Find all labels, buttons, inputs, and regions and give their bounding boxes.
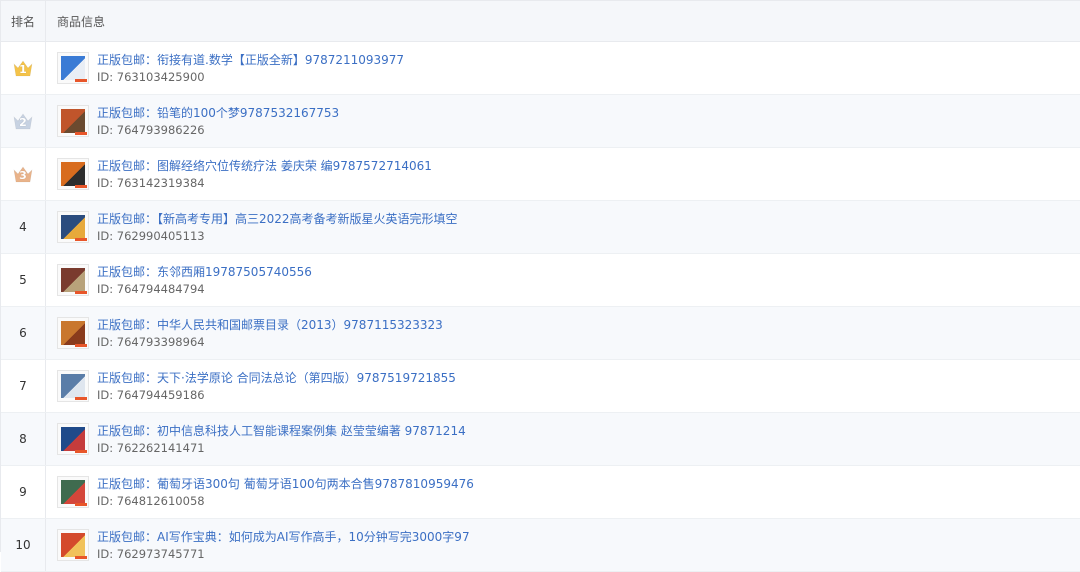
- product-thumbnail[interactable]: [57, 211, 89, 243]
- table-row: 8 正版包邮：初中信息科技人工智能课程案例集 赵莹莹编著 97871214 ID: …: [1, 413, 1080, 466]
- product-title-link[interactable]: 正版包邮：葡萄牙语300句 葡萄牙语100句两本合售9787810959476: [97, 477, 474, 491]
- product-info: 正版包邮：图解经络穴位传统疗法 姜庆荣 编9787572714061 ID: 76…: [57, 158, 432, 190]
- rank-cell: 8: [1, 413, 46, 465]
- product-id: ID: 764794484794: [97, 281, 205, 296]
- product-id: ID: 764793398964: [97, 334, 205, 349]
- product-id: ID: 764794459186: [97, 387, 205, 402]
- rank-number: 1: [19, 63, 27, 76]
- product-texts: 正版包邮：天下·法学原论 合同法总论（第四版）9787519721855 ID: …: [97, 371, 456, 402]
- product-thumbnail[interactable]: [57, 105, 89, 137]
- product-info-cell: 正版包邮：图解经络穴位传统疗法 姜庆荣 编9787572714061 ID: 76…: [46, 148, 1080, 200]
- rank-cell: 7: [1, 360, 46, 412]
- product-texts: 正版包邮：铅笔的100个梦9787532167753 ID: 7647939862…: [97, 106, 339, 137]
- rank-cell: 10: [1, 519, 46, 571]
- product-id: ID: 763142319384: [97, 175, 205, 190]
- table-row: 5 正版包邮：东邻西厢19787505740556 ID: 764794484794: [1, 254, 1080, 307]
- rank-number: 10: [15, 538, 31, 552]
- header-rank: 排名: [1, 1, 46, 41]
- product-thumbnail[interactable]: [57, 476, 89, 508]
- product-id: ID: 764793986226: [97, 122, 205, 137]
- product-title-link[interactable]: 正版包邮：东邻西厢19787505740556: [97, 265, 312, 279]
- rank-number: 9: [19, 485, 27, 499]
- table-row: 9 正版包邮：葡萄牙语300句 葡萄牙语100句两本合售9787810959476…: [1, 466, 1080, 519]
- product-texts: 正版包邮：东邻西厢19787505740556 ID: 764794484794: [97, 265, 312, 296]
- table-row: 7 正版包邮：天下·法学原论 合同法总论（第四版）9787519721855 ID:…: [1, 360, 1080, 413]
- rank-number: 8: [19, 432, 27, 446]
- product-title-link[interactable]: 正版包邮：天下·法学原论 合同法总论（第四版）9787519721855: [97, 371, 456, 385]
- table-row: 1 正版包邮：衔接有道.数学【正版全新】9787211093977 ID: 7631…: [1, 42, 1080, 95]
- product-texts: 正版包邮：【新高考专用】高三2022高考备考新版星火英语完形填空 ID: 7629…: [97, 212, 458, 243]
- product-title-link[interactable]: 正版包邮：初中信息科技人工智能课程案例集 赵莹莹编著 97871214: [97, 424, 466, 438]
- rank-cell: 5: [1, 254, 46, 306]
- table-row: 2 正版包邮：铅笔的100个梦9787532167753 ID: 764793986…: [1, 95, 1080, 148]
- product-info: 正版包邮：葡萄牙语300句 葡萄牙语100句两本合售9787810959476 I…: [57, 476, 474, 508]
- product-id: ID: 762973745771: [97, 546, 205, 561]
- rank-number: 3: [19, 169, 27, 182]
- product-info: 正版包邮：天下·法学原论 合同法总论（第四版）9787519721855 ID: …: [57, 370, 456, 402]
- product-info-cell: 正版包邮：【新高考专用】高三2022高考备考新版星火英语完形填空 ID: 7629…: [46, 201, 1080, 253]
- product-info: 正版包邮：衔接有道.数学【正版全新】9787211093977 ID: 76310…: [57, 52, 404, 84]
- rank-cell: 2: [1, 95, 46, 147]
- product-id: ID: 763103425900: [97, 69, 205, 84]
- rank-cell: 9: [1, 466, 46, 518]
- product-info-cell: 正版包邮：天下·法学原论 合同法总论（第四版）9787519721855 ID: …: [46, 360, 1080, 412]
- product-info: 正版包邮：东邻西厢19787505740556 ID: 764794484794: [57, 264, 312, 296]
- product-texts: 正版包邮：葡萄牙语300句 葡萄牙语100句两本合售9787810959476 I…: [97, 477, 474, 508]
- rank-cell: 6: [1, 307, 46, 359]
- product-info-cell: 正版包邮：初中信息科技人工智能课程案例集 赵莹莹编著 97871214 ID: 7…: [46, 413, 1080, 465]
- rank-number: 5: [19, 273, 27, 287]
- product-texts: 正版包邮：AI写作宝典：如何成为AI写作高手，10分钟写完3000字97 ID: …: [97, 530, 470, 561]
- product-info: 正版包邮：AI写作宝典：如何成为AI写作高手，10分钟写完3000字97 ID: …: [57, 529, 470, 561]
- product-thumbnail[interactable]: [57, 370, 89, 402]
- product-texts: 正版包邮：中华人民共和国邮票目录（2013）9787115323323 ID: 7…: [97, 318, 443, 349]
- product-thumbnail[interactable]: [57, 529, 89, 561]
- table-row: 6 正版包邮：中华人民共和国邮票目录（2013）9787115323323 ID: …: [1, 307, 1080, 360]
- product-thumbnail[interactable]: [57, 158, 89, 190]
- product-info-cell: 正版包邮：中华人民共和国邮票目录（2013）9787115323323 ID: 7…: [46, 307, 1080, 359]
- product-info: 正版包邮：【新高考专用】高三2022高考备考新版星火英语完形填空 ID: 7629…: [57, 211, 458, 243]
- rank-number: 7: [19, 379, 27, 393]
- product-texts: 正版包邮：初中信息科技人工智能课程案例集 赵莹莹编著 97871214 ID: 7…: [97, 424, 466, 455]
- product-title-link[interactable]: 正版包邮：铅笔的100个梦9787532167753: [97, 106, 339, 120]
- product-id: ID: 762262141471: [97, 440, 205, 455]
- product-thumbnail[interactable]: [57, 317, 89, 349]
- table-body: 1 正版包邮：衔接有道.数学【正版全新】9787211093977 ID: 7631…: [1, 42, 1080, 572]
- bronze-crown-icon: 3: [12, 164, 34, 184]
- table-row: 3 正版包邮：图解经络穴位传统疗法 姜庆荣 编9787572714061 ID: 7…: [1, 148, 1080, 201]
- product-info-cell: 正版包邮：东邻西厢19787505740556 ID: 764794484794: [46, 254, 1080, 306]
- gold-crown-icon: 1: [12, 58, 34, 78]
- product-id: ID: 762990405113: [97, 228, 205, 243]
- product-texts: 正版包邮：图解经络穴位传统疗法 姜庆荣 编9787572714061 ID: 76…: [97, 159, 432, 190]
- product-info: 正版包邮：中华人民共和国邮票目录（2013）9787115323323 ID: 7…: [57, 317, 443, 349]
- header-product-info: 商品信息: [57, 14, 106, 29]
- table-row: 10 正版包邮：AI写作宝典：如何成为AI写作高手，10分钟写完3000字97 ID…: [1, 519, 1080, 572]
- product-id: ID: 764812610058: [97, 493, 205, 508]
- rank-number: 6: [19, 326, 27, 340]
- product-info-cell: 正版包邮：铅笔的100个梦9787532167753 ID: 7647939862…: [46, 95, 1080, 147]
- table-header: 排名 商品信息: [1, 1, 1080, 42]
- product-info-cell: 正版包邮：AI写作宝典：如何成为AI写作高手，10分钟写完3000字97 ID: …: [46, 519, 1080, 571]
- product-thumbnail[interactable]: [57, 423, 89, 455]
- product-title-link[interactable]: 正版包邮：图解经络穴位传统疗法 姜庆荣 编9787572714061: [97, 159, 432, 173]
- product-thumbnail[interactable]: [57, 52, 89, 84]
- product-title-link[interactable]: 正版包邮：中华人民共和国邮票目录（2013）9787115323323: [97, 318, 443, 332]
- product-info: 正版包邮：铅笔的100个梦9787532167753 ID: 7647939862…: [57, 105, 339, 137]
- product-info-cell: 正版包邮：葡萄牙语300句 葡萄牙语100句两本合售9787810959476 I…: [46, 466, 1080, 518]
- rank-number: 4: [19, 220, 27, 234]
- rank-cell: 3: [1, 148, 46, 200]
- product-thumbnail[interactable]: [57, 264, 89, 296]
- ranking-table: 排名 商品信息 1 正版包邮：衔接有道.数学【正版全新】9787211093977…: [0, 0, 1080, 572]
- rank-cell: 4: [1, 201, 46, 253]
- product-info: 正版包邮：初中信息科技人工智能课程案例集 赵莹莹编著 97871214 ID: 7…: [57, 423, 466, 455]
- rank-cell: 1: [1, 42, 46, 94]
- silver-crown-icon: 2: [12, 111, 34, 131]
- product-title-link[interactable]: 正版包邮：衔接有道.数学【正版全新】9787211093977: [97, 53, 404, 67]
- table-row: 4 正版包邮：【新高考专用】高三2022高考备考新版星火英语完形填空 ID: 762…: [1, 201, 1080, 254]
- product-texts: 正版包邮：衔接有道.数学【正版全新】9787211093977 ID: 76310…: [97, 53, 404, 84]
- product-title-link[interactable]: 正版包邮：AI写作宝典：如何成为AI写作高手，10分钟写完3000字97: [97, 530, 470, 544]
- rank-number: 2: [19, 116, 27, 129]
- product-info-cell: 正版包邮：衔接有道.数学【正版全新】9787211093977 ID: 76310…: [46, 42, 1080, 94]
- product-title-link[interactable]: 正版包邮：【新高考专用】高三2022高考备考新版星火英语完形填空: [97, 212, 458, 226]
